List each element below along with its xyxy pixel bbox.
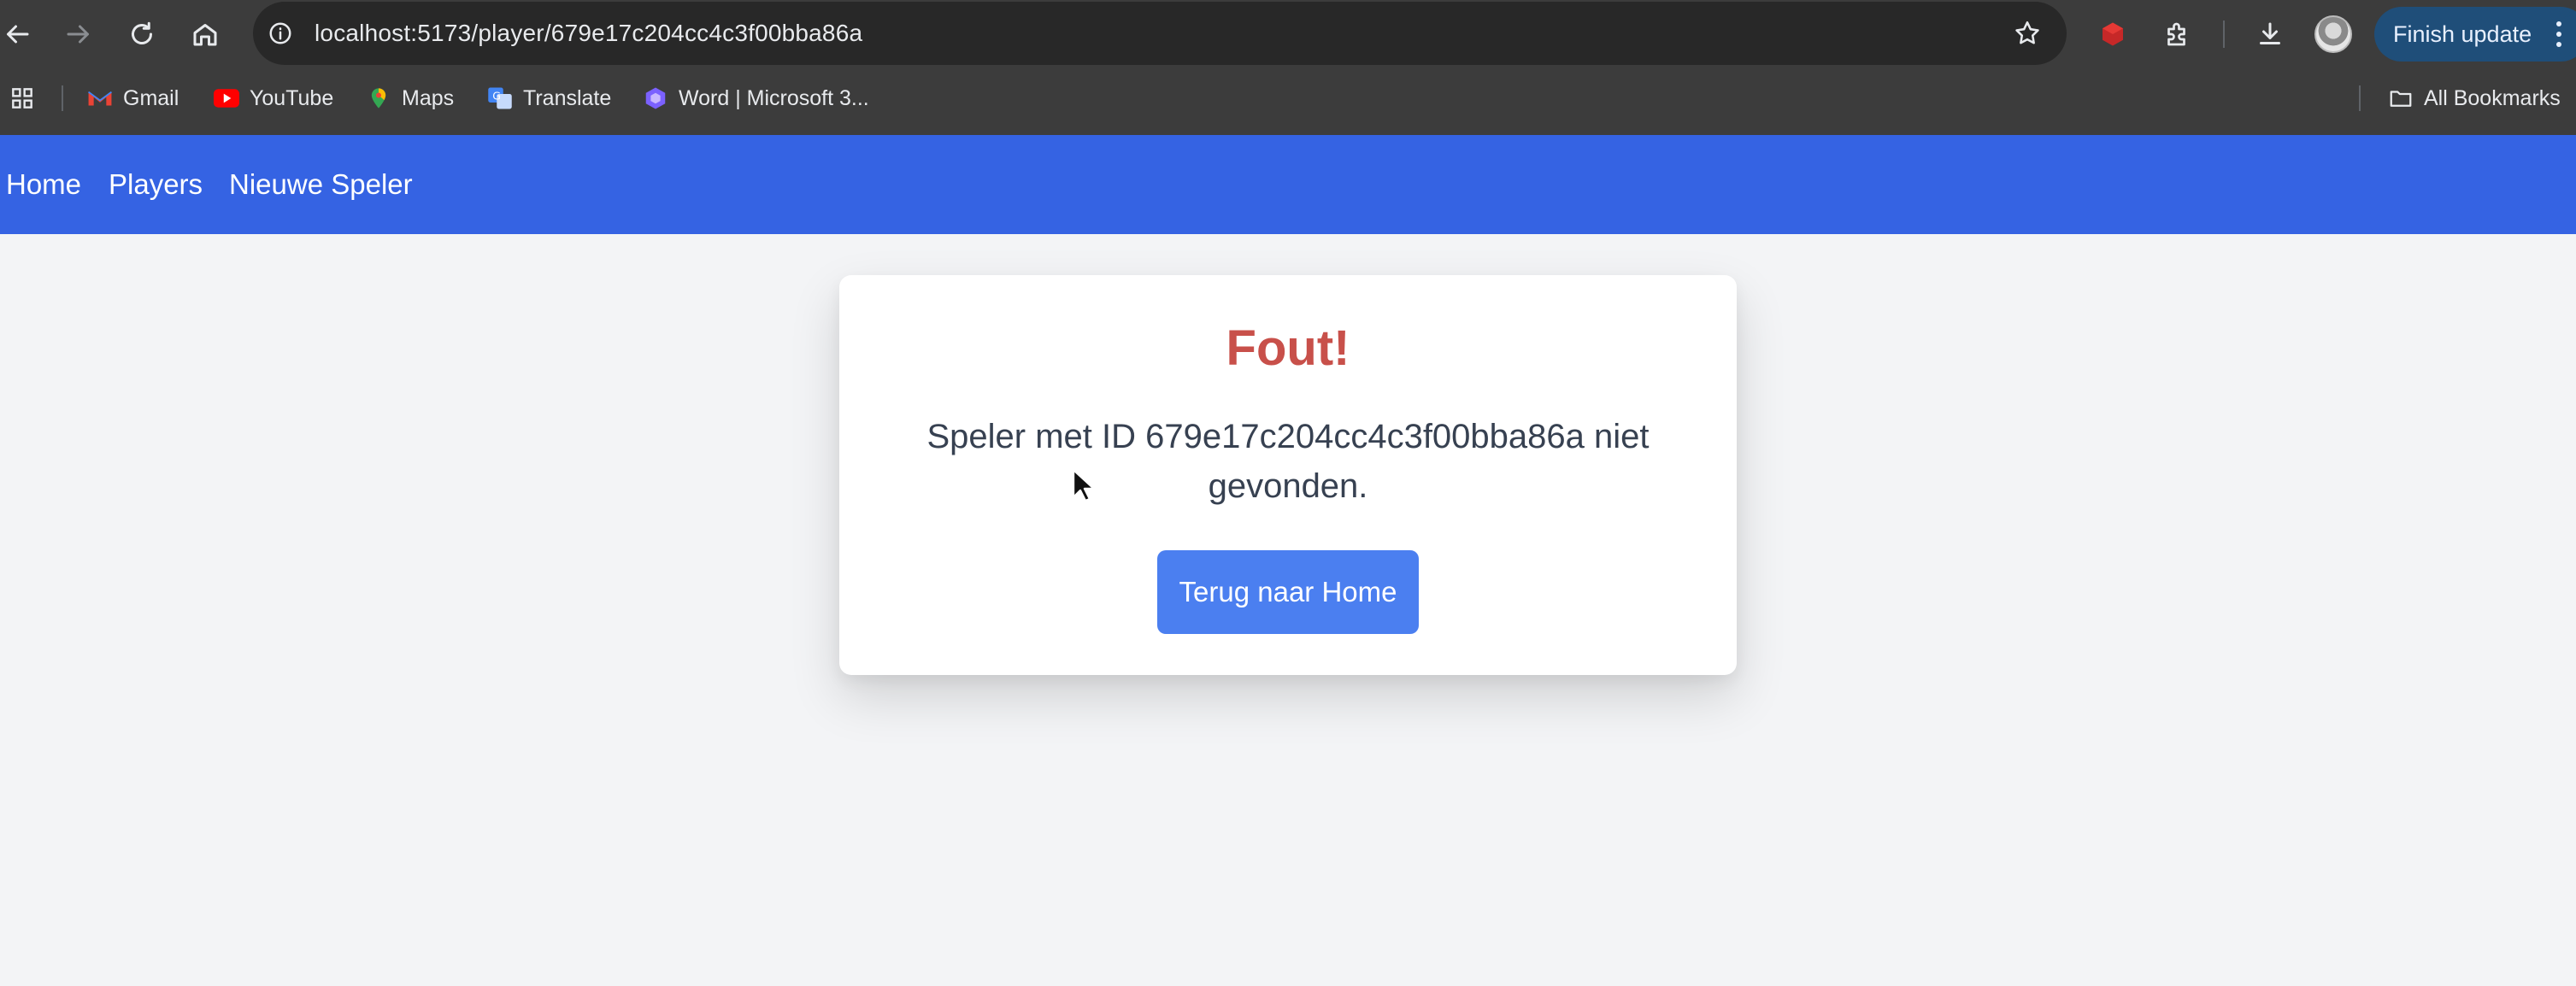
error-message: Speler met ID 679e17c204cc4c3f00bba86a n… <box>926 418 1650 505</box>
finish-update-label: Finish update <box>2393 21 2532 47</box>
forward-button[interactable] <box>58 14 99 55</box>
translate-icon: G <box>487 85 513 111</box>
url-text[interactable]: localhost:5173/player/679e17c204cc4c3f00… <box>315 2 862 65</box>
gmail-icon <box>87 85 113 111</box>
nav-link-new-player[interactable]: Nieuwe Speler <box>229 135 413 234</box>
finish-update-button[interactable]: Finish update <box>2374 7 2576 62</box>
reload-button[interactable] <box>121 14 162 55</box>
arrow-left-icon <box>7 25 29 44</box>
all-bookmarks-button[interactable]: All Bookmarks <box>2388 68 2561 128</box>
bookmark-label: Maps <box>402 85 455 110</box>
apps-grid-icon[interactable] <box>9 68 36 128</box>
bookmark-translate[interactable]: G Translate <box>487 68 611 128</box>
nav-link-home[interactable]: Home <box>6 135 81 234</box>
bookmarks-bar: Gmail YouTube Maps G Translate Word | Mi… <box>0 68 2576 135</box>
error-card: Fout! Speler met ID 679e17c204cc4c3f00bb… <box>839 275 1737 675</box>
bookmark-label: Gmail <box>123 85 179 110</box>
toolbar-divider <box>2223 21 2225 48</box>
youtube-icon <box>214 85 239 111</box>
reload-icon <box>132 21 152 44</box>
bookmarks-divider <box>62 85 63 111</box>
back-button[interactable] <box>0 14 38 55</box>
error-title: Fout! <box>1226 320 1350 376</box>
browser-toolbar: localhost:5173/player/679e17c204cc4c3f00… <box>0 0 2576 68</box>
bookmark-label: Translate <box>523 85 612 110</box>
more-menu-icon[interactable] <box>2555 21 2562 47</box>
home-browser-button[interactable] <box>185 14 226 55</box>
arrow-right-icon <box>67 25 89 44</box>
downloads-icon[interactable] <box>2251 15 2289 53</box>
all-bookmarks-label: All Bookmarks <box>2424 85 2561 110</box>
bookmark-maps[interactable]: Maps <box>366 68 454 128</box>
mouse-cursor-icon <box>1072 468 1094 502</box>
back-to-home-button[interactable]: Terug naar Home <box>1157 550 1419 634</box>
site-info-icon[interactable] <box>263 16 297 50</box>
extensions-puzzle-icon[interactable] <box>2159 15 2197 53</box>
bookmark-word[interactable]: Word | Microsoft 3... <box>643 68 869 128</box>
word-icon <box>643 85 668 111</box>
folder-icon <box>2388 85 2414 111</box>
bookmark-label: YouTube <box>250 85 334 110</box>
nav-link-players[interactable]: Players <box>109 135 203 234</box>
bookmarks-divider-right <box>2359 85 2361 111</box>
bookmark-youtube[interactable]: YouTube <box>214 68 333 128</box>
maps-icon <box>366 85 391 111</box>
address-bar[interactable]: localhost:5173/player/679e17c204cc4c3f00… <box>253 2 2067 65</box>
app-navbar: Home Players Nieuwe Speler <box>0 135 2576 234</box>
extension-red-icon[interactable] <box>2094 15 2132 53</box>
bookmark-gmail[interactable]: Gmail <box>87 68 179 128</box>
bookmark-label: Word | Microsoft 3... <box>679 85 869 110</box>
bookmark-star-icon[interactable] <box>2010 16 2044 50</box>
home-icon <box>193 24 217 46</box>
svg-text:G: G <box>492 89 501 102</box>
profile-avatar[interactable] <box>2314 15 2352 53</box>
